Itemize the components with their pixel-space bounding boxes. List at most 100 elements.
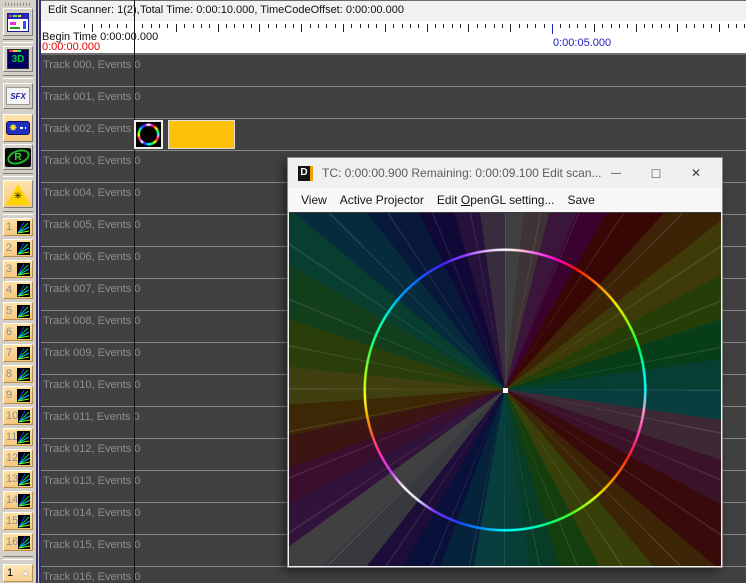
ruler-tick [435,24,436,28]
ruler-tick [627,24,629,28]
ruler-tick [351,24,353,28]
scanner-button-3[interactable]: 3 [3,260,33,278]
scanner-button-1[interactable]: 1 [3,218,33,236]
total-time-label: Total Time: 0:00:10.000, TimeCodeOffset:… [140,4,404,16]
scanner-button-label: 13 [6,473,19,485]
laser-beam-icon [17,325,30,339]
menu-active-projector[interactable]: Active Projector [340,193,424,207]
scanner-button-16[interactable]: 16 [3,533,33,551]
sfx-button[interactable]: SFX [3,83,33,109]
scanner-button-5[interactable]: 5 [3,302,33,320]
monitor-button-label: 1 [7,567,14,579]
toolbar-drag-handle[interactable] [5,3,31,6]
preview-titlebar[interactable]: D TC: 0:00:00.900 Remaining: 0:00:09.100… [288,158,722,188]
ruler-tick [234,24,236,28]
ruler-tick [476,24,478,28]
laser-frame-icon: ✸ [6,121,30,135]
ruler-tick [209,24,211,28]
menu-edit-opengl[interactable]: Edit OpenGL setting... [437,193,555,207]
scanner-button-12[interactable]: 12 [3,449,33,467]
time-ruler[interactable]: Begin Time 0:00:00.000 0:00:00.000 0:00:… [41,21,746,55]
ruler-tick [359,24,361,28]
ruler-tick [142,24,144,28]
laser-beam-icon [17,388,30,402]
event-thumbnail[interactable] [134,120,163,149]
ruler-tick [618,24,620,28]
timeline-zero-line [134,0,135,583]
scanner-button-11[interactable]: 11 [3,428,33,446]
ruler-tick [276,24,278,28]
ruler-tick [167,24,169,28]
ruler-tick [677,24,679,32]
show-editor-button[interactable] [3,8,33,36]
scanner-button-13[interactable]: 13 [3,470,33,488]
scanner-button-10[interactable]: 10 [3,407,33,425]
track-label: Track 013, Events 0 [43,475,141,487]
ruler-tick [577,24,579,28]
ruler-tick [702,24,704,28]
minimize-button[interactable]: — [596,168,636,179]
scanner-button-9[interactable]: 9 [3,386,33,404]
laser-frame-button[interactable]: ✸ [3,114,33,142]
scanner-button-label: 5 [6,305,13,317]
ruler-tick [443,24,445,28]
track-row[interactable]: Track 002, Events 0 [41,119,746,151]
laser-beam-icon [18,514,30,528]
track-label: Track 009, Events 0 [43,347,141,359]
scanner-button-14[interactable]: 14 [3,491,33,509]
ruler-tick [117,24,119,28]
ruler-tick [334,24,336,28]
ruler-tick [426,24,428,32]
track-label: Track 014, Events 0 [43,507,141,519]
monitor-button-1[interactable]: 1 ◄ [3,564,33,582]
laser-beam-icon [17,262,30,276]
monitor-button-group: 1◄2◄3◄ [0,564,36,583]
laser-beam-icon [17,241,30,255]
r-logo-button[interactable]: R [3,144,33,170]
ruler-tick [393,24,395,28]
track-row[interactable]: Track 016, Events 0 [41,567,746,583]
scanner-button-8[interactable]: 8 [3,365,33,383]
sfx-icon: SFX [6,87,30,105]
scanner-button-15[interactable]: 15 [3,512,33,530]
menu-save[interactable]: Save [567,193,594,207]
close-button[interactable]: ✕ [676,166,716,180]
menu-view[interactable]: View [301,193,327,207]
scanner-button-label: 11 [6,431,18,443]
panel-splitter[interactable] [36,0,41,583]
track-label: Track 005, Events 0 [43,219,141,231]
toolbar-separator [3,39,33,43]
ruler-tick [292,24,294,28]
scanner-button-7[interactable]: 7 [3,344,33,362]
event-thumbnail-circle [137,123,160,146]
ruler-tick [744,24,746,28]
track-row[interactable]: Track 001, Events 0 [41,87,746,119]
scanner-button-label: 1 [6,221,13,233]
ruler-tick [493,24,495,28]
ruler-tick [125,24,127,28]
ruler-tick [100,24,102,28]
ruler-tick [418,24,420,28]
current-time-label: 0:00:00.000 [42,41,101,53]
scanner-button-4[interactable]: 4 [3,281,33,299]
scanner-button-label: 4 [6,284,13,296]
ruler-tick [343,24,344,32]
ruler-tick [460,24,461,28]
toolbar-separator [3,75,33,79]
track-row[interactable]: Track 000, Events 0 [41,55,746,87]
laser-beam-icon [17,367,30,381]
ruler-tick [192,24,194,28]
maximize-button[interactable]: □ [636,165,676,181]
laser-beam-icon [17,346,30,360]
ruler-tick [552,24,553,34]
scanner-button-6[interactable]: 6 [3,323,33,341]
ruler-tick [510,24,512,32]
timeline-event-block[interactable] [168,120,235,149]
ruler-tick [719,24,721,32]
ruler-tick [376,24,378,28]
laser-output-button[interactable]: ✳ [3,180,33,208]
scanner-button-label: 8 [6,368,13,380]
ruler-tick [560,24,562,28]
3d-view-button[interactable]: 3D [3,46,33,72]
scanner-button-2[interactable]: 2 [3,239,33,257]
